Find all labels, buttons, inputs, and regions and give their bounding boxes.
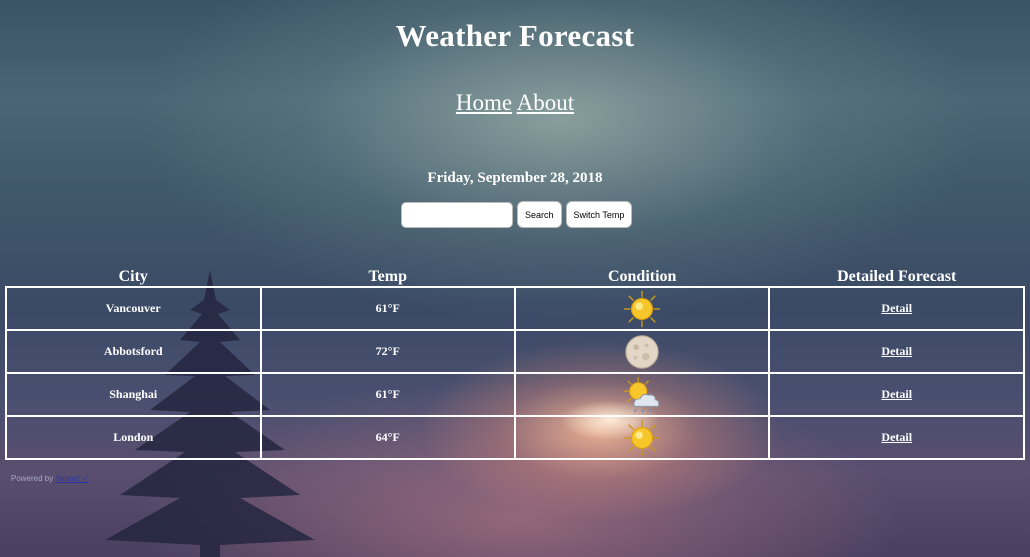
detail-link[interactable]: Detail [881,430,912,444]
city-cell: Shanghai [5,372,262,417]
detail-link[interactable]: Detail [881,344,912,358]
current-date: Friday, September 28, 2018 [427,170,603,186]
detail-cell: Detail [768,286,1025,331]
nav-about-link[interactable]: About [517,90,575,115]
table-row: Shanghai 61°F Detail [5,372,1025,417]
moon-icon [625,334,659,369]
detail-link[interactable]: Detail [881,387,912,401]
partly-cloudy-icon [624,376,660,412]
condition-cell [513,286,771,331]
detail-cell: Detail [768,372,1025,417]
city-cell: London [5,415,262,460]
header-temp: Temp [368,268,407,285]
header-condition: Condition [607,268,677,285]
condition-cell [513,415,771,460]
page-title: Weather Forecast [395,18,635,53]
forecast-table: City Temp Condition Detailed Forecast Va… [5,264,1025,460]
detail-cell: Detail [768,329,1025,374]
sun-icon [624,419,661,456]
city-cell: Vancouver [5,286,262,331]
table-header-row: City Temp Condition Detailed Forecast [6,264,1024,287]
search-button[interactable]: Search [517,201,562,228]
condition-cell [513,372,771,417]
temp-cell: 61°F [259,286,516,331]
condition-cell [513,329,771,374]
table-row: London 64°F Detail [5,415,1025,460]
detail-link[interactable]: Detail [881,301,912,315]
temp-cell: 64°F [259,415,516,460]
table-row: Abbotsford 72°F Detail [5,329,1025,374]
powered-by-footer: Powered by Yahoo! ✓ [11,474,89,483]
table-row: Vancouver 61°F Detail [5,286,1025,331]
header-detailed-forecast: Detailed Forecast [837,268,957,285]
yahoo-link[interactable]: Yahoo! ✓ [55,474,89,483]
header-city: City [118,268,148,285]
temp-cell: 72°F [259,329,516,374]
nav-home-link[interactable]: Home [456,90,512,115]
search-controls: Search Switch Temp [401,201,633,228]
powered-by-label: Powered by [11,474,54,483]
main-nav: Home About [0,90,1030,116]
city-search-input[interactable] [401,201,513,228]
switch-temp-button[interactable]: Switch Temp [565,201,633,228]
sun-icon [624,290,661,327]
temp-cell: 61°F [259,372,516,417]
detail-cell: Detail [768,415,1025,460]
city-cell: Abbotsford [5,329,262,374]
